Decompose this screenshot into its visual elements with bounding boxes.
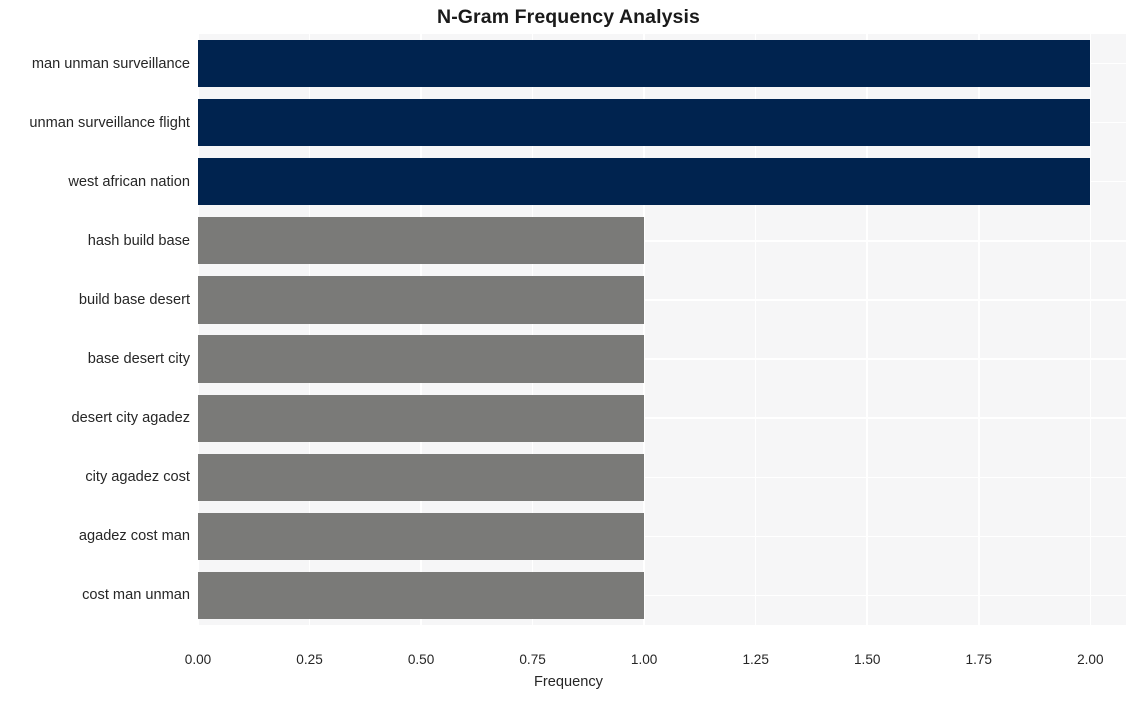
x-axis-tick-label: 0.75 — [519, 652, 546, 667]
x-axis-title: Frequency — [534, 674, 603, 690]
x-axis-tick-label: 2.00 — [1077, 652, 1104, 667]
x-axis-tick-label: 1.75 — [965, 652, 992, 667]
x-axis-tick-labels: 0.00 0.25 0.50 0.75 1.00 1.25 1.50 1.75 2.00 — [0, 0, 1137, 701]
x-axis-tick-label: 0.50 — [407, 652, 435, 667]
x-axis-tick-label: 1.50 — [853, 652, 881, 667]
x-axis-tick-label: 0.00 — [184, 652, 212, 667]
x-axis-tick-label: 1.00 — [630, 652, 658, 667]
x-axis-tick-label: 0.25 — [296, 652, 323, 667]
x-axis-tick-label: 1.25 — [742, 652, 769, 667]
chart-figure: N-Gram Frequency Analysis man unman surv… — [0, 0, 1137, 701]
